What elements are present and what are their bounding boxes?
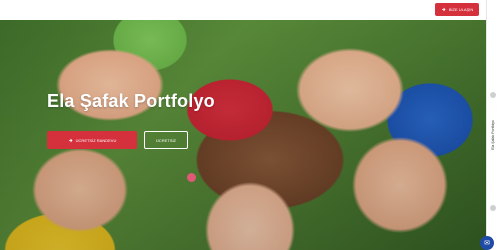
- contact-cta-label: BİZE ULAŞIN: [448, 7, 474, 12]
- nav-item-fiyat-bilgisi[interactable]: Fiyat Bilgisi: [197, 7, 217, 12]
- decorative-dot: [187, 173, 196, 182]
- secondary-button[interactable]: ÜCRETSİZ: [144, 131, 188, 149]
- arrow-right-icon: [68, 138, 73, 142]
- nav-item-iletisim[interactable]: İletişim: [389, 7, 401, 12]
- secondary-button-label: ÜCRETSİZ: [156, 137, 176, 143]
- nav-item-makaleler[interactable]: Makaleler: [321, 7, 338, 12]
- nav-item-galeri[interactable]: Galeri ▾: [354, 7, 369, 12]
- top-navigation-bar: ELA ŞAFAK Anasayfa Kurumsal Hizmet Fiyat…: [0, 0, 500, 20]
- nav-item-portfolyo[interactable]: Portfolyo: [285, 7, 301, 12]
- nav-item-cocugunuzun-sorunlari[interactable]: Çocuğunuzun Sorunları: [232, 7, 274, 12]
- nav-item-hizmet[interactable]: Hizmet: [168, 7, 180, 12]
- chat-icon: ✉: [484, 240, 490, 247]
- arrow-right-icon: [441, 7, 446, 12]
- contact-cta-button[interactable]: BİZE ULAŞIN: [435, 3, 479, 16]
- chevron-down-icon: ▾: [366, 7, 369, 12]
- appointment-button-label: ÜCRETSİZ RANDEVU: [75, 137, 117, 143]
- right-sidebar: Ela Şafak Portfolyo: [486, 0, 500, 250]
- sidebar-vertical-text: Ela Şafak Portfolyo: [491, 120, 495, 150]
- site-logo[interactable]: ELA ŞAFAK: [29, 6, 76, 12]
- nav-item-kurumsal[interactable]: Kurumsal: [131, 7, 148, 12]
- nav-item-anasayfa[interactable]: Anasayfa: [94, 7, 111, 12]
- chat-fab-button[interactable]: ✉: [480, 236, 494, 250]
- nav-item-galeri-label: Galeri: [354, 7, 365, 12]
- share-icon[interactable]: [490, 92, 496, 98]
- page-title: Ela Şafak Portfolyo: [47, 91, 215, 111]
- appointment-button[interactable]: ÜCRETSİZ RANDEVU: [47, 131, 137, 149]
- social-icon[interactable]: [490, 205, 496, 211]
